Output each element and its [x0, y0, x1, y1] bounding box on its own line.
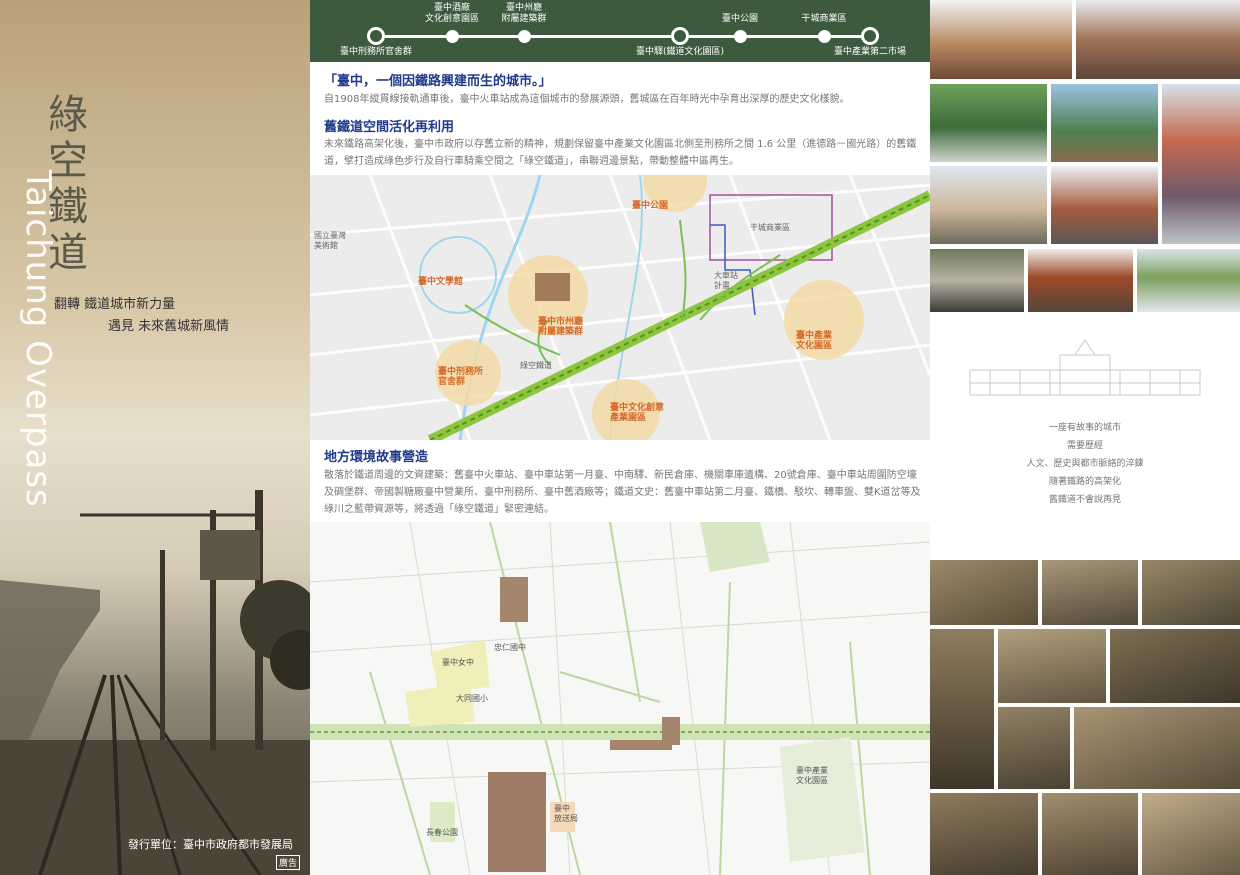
photo-water-tower: [1162, 84, 1240, 244]
map-place-label: 國立臺灣 美術館: [314, 231, 346, 250]
heritage-map-label: 臺中 放送局: [554, 804, 578, 823]
left-cover-panel: 綠空鐵道 Taichung Overpass 翻轉 鐵道城市新力量 遇見 未來舊…: [0, 0, 310, 875]
map-place-label: 綠空鐵道: [520, 361, 552, 370]
photo-bunker: [930, 249, 1024, 312]
timeline-node: [818, 30, 831, 43]
timeline-stop-label: 干城商業區: [801, 14, 847, 24]
heritage-map-label: 忠仁國中: [494, 643, 526, 652]
photo-winery-building: [1076, 0, 1240, 79]
timeline-stop-label: 臺中州廳 附屬建築群: [501, 3, 547, 24]
section1-heading: 舊鐵道空間活化再利用: [324, 120, 455, 135]
heritage-site-map: 臺中女中大同國小 忠仁國中臺中產業 文化園區長春公園 臺中 放送局: [310, 522, 930, 875]
heritage-map-label: 大同國小: [456, 694, 488, 703]
photo-station-office: [1137, 249, 1240, 312]
route-map-graphic: [310, 175, 930, 440]
map-place-label: 臺中公園: [632, 201, 669, 211]
photo-old-rails: [998, 629, 1106, 703]
main-content-panel: 臺中刑務所官舍群 臺中酒廠 文化創意園區 臺中州廳 附屬建築群 臺中驛(鐵道文化園區)…: [310, 0, 930, 875]
timeline-stop-label: 臺中驛(鐵道文化園區): [635, 47, 725, 57]
heritage-map-label: 長春公園: [426, 828, 458, 837]
timeline-stop-label: 臺中公園: [721, 14, 758, 24]
quote-line: 一座有故事的城市: [1048, 423, 1121, 433]
timeline-node: [861, 27, 879, 45]
heritage-map-graphic: [310, 522, 930, 875]
railway-route-map: 臺中公園干城商業區國立臺灣 美術館臺中文學館臺中市州廳 附屬建築群 大車站 計畫臺…: [310, 175, 930, 440]
intro-heading: 「臺中，一個因鐵路興建而生的城市。」: [324, 74, 552, 89]
photo-turntable: [1110, 629, 1240, 703]
timeline-node: [671, 27, 689, 45]
intro-paragraph: 自1908年縱貫線接軌通車後，臺中火車站成為這個城市的發展源頭，舊城區在百年時光…: [324, 94, 850, 105]
quote-line: 隨著鐵路的高架化: [1048, 477, 1121, 487]
photo-taichung-station: [1051, 166, 1158, 244]
map-place-label: 臺中產業 文化園區: [796, 331, 833, 351]
photo-prison-quarters: [930, 0, 1072, 79]
map-place-label: 臺中文化創意 產業園區: [610, 403, 665, 423]
timeline-node: [446, 30, 459, 43]
quote-line: 人文、歷史與都市脈絡的淬鍊: [1026, 459, 1144, 469]
photo-tunnel: [1074, 707, 1240, 789]
timeline-node: [734, 30, 747, 43]
photo-city-hall: [930, 166, 1047, 244]
photo-rooftops: [1142, 793, 1240, 875]
timeline-stop-label: 臺中產業第二市場: [833, 47, 906, 57]
quote-line: 舊鐵道不會說再見: [1048, 495, 1121, 505]
map-place-label: 臺中刑務所 官舍群: [438, 367, 484, 387]
map-place-label: 干城商業區: [750, 223, 790, 232]
ad-stamp: 廣告: [276, 855, 301, 870]
photo-canal: [1142, 560, 1240, 625]
timeline-node: [518, 30, 531, 43]
map-place-label: 大車站 計畫: [714, 271, 738, 290]
section2-paragraph: 散落於鐵道周邊的文資建築：舊臺中火車站、臺中車站第一月臺、中南驛、新民倉庫、機關…: [324, 470, 921, 515]
photo-railway-bridge: [930, 560, 1038, 625]
photo-street-trees: [1042, 560, 1138, 625]
map-place-label: 臺中市州廳 附屬建築群: [538, 317, 584, 337]
route-timeline: 臺中刑務所官舍群 臺中酒廠 文化創意園區 臺中州廳 附屬建築群 臺中驛(鐵道文化園區)…: [310, 0, 930, 62]
section2-heading: 地方環境故事營造: [324, 450, 429, 465]
photo-pillbox: [998, 707, 1070, 789]
section1-paragraph: 未來鐵路高架化後，臺中市政府以存舊立新的精神，規劃保留臺中產業文化園區北側至刑務…: [324, 139, 917, 167]
quote-line: 需要歷經: [1066, 441, 1103, 451]
photo-track-closeup: [930, 629, 994, 789]
cover-title-english: Taichung Overpass: [18, 170, 58, 508]
heritage-map-label: 臺中產業 文化園區: [796, 766, 828, 785]
photo-gallery-panel: 一座有故事的城市 需要歷經人文、歷史與都市脈絡的淬鍊 隨著鐵路的高架化 舊鐵道不會說再…: [930, 0, 1240, 875]
cover-subtitle-2: 遇見 未來舊城新風情: [108, 319, 230, 334]
publisher-credit: 發行單位：臺中市政府都市發展局: [128, 838, 293, 851]
photo-arch-gate: [1042, 793, 1138, 875]
station-sketch: [969, 339, 1201, 396]
timeline-stop-label: 臺中刑務所官舍群: [339, 47, 412, 57]
heritage-map-label: 臺中女中: [442, 658, 474, 667]
timeline-node: [367, 27, 385, 45]
map-place-label: 臺中文學館: [418, 277, 464, 287]
cover-subtitle-1: 翻轉 鐵道城市新力量: [54, 297, 176, 312]
photo-japanese-house: [1051, 84, 1158, 162]
photo-green-house: [930, 84, 1047, 162]
photo-warehouse-20: [1028, 249, 1133, 312]
photo-riverside-houses: [930, 793, 1038, 875]
